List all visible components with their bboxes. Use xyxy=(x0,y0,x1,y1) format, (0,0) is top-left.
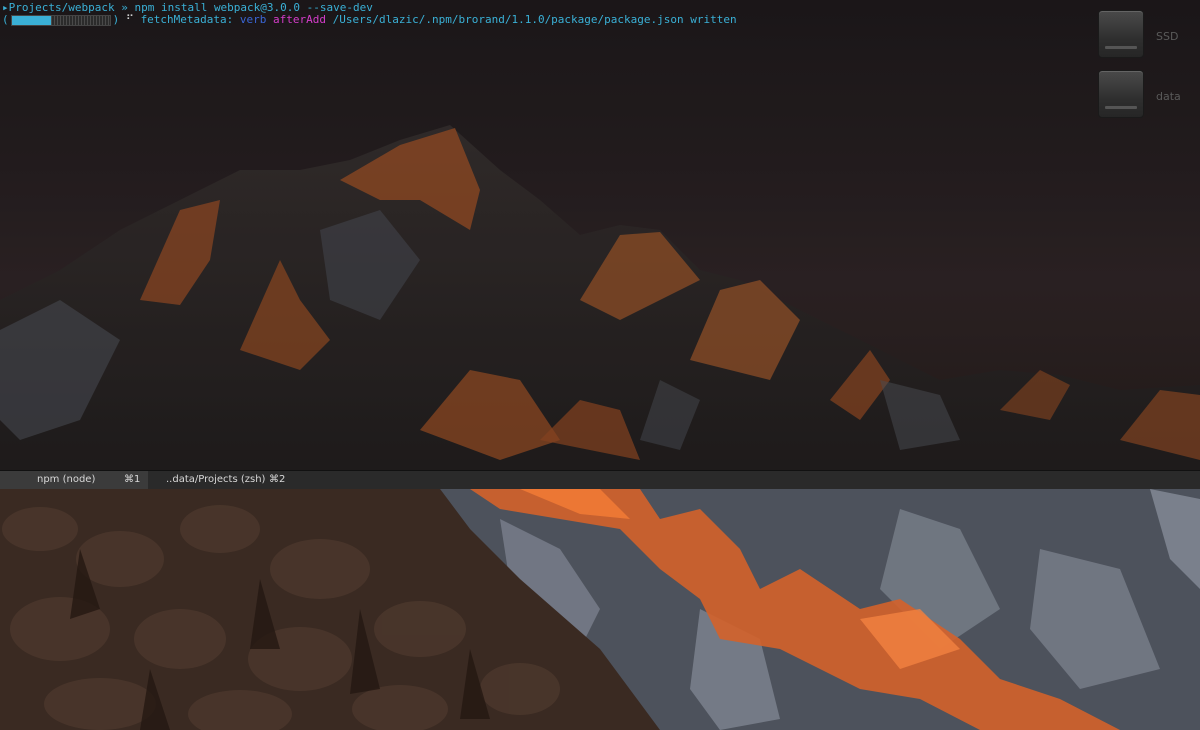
progress-bar-fill xyxy=(11,15,51,25)
desktop-icon-label: SSD xyxy=(1156,30,1179,43)
progress-bar-remaining xyxy=(50,15,110,25)
desktop-icon-ssd[interactable]: SSD xyxy=(1098,10,1178,60)
terminal-tab-bar: npm (node) ⌘1 ..data/Projects (zsh) ⌘2 xyxy=(0,470,1200,490)
log-level: verb xyxy=(239,13,267,26)
progress-task: fetchMetadata: xyxy=(140,13,234,26)
spinner-icon: ⠋ xyxy=(125,13,134,26)
hard-drive-icon xyxy=(1098,70,1144,118)
progress-bar xyxy=(10,14,111,26)
progress-close: ) xyxy=(112,13,120,26)
tab-projects-zsh[interactable]: ..data/Projects (zsh) ⌘2 xyxy=(148,471,296,489)
hard-drive-icon xyxy=(1098,10,1144,58)
desktop-wallpaper-top xyxy=(0,0,1200,470)
mountain-closeup-image xyxy=(0,489,1200,730)
progress-line: () ⠋ fetchMetadata: verb afterAdd /Users… xyxy=(2,13,737,26)
tab-title: npm (node) xyxy=(37,474,96,485)
terminal-transparency-overlay xyxy=(0,0,1200,470)
tab-shortcut: ⌘2 xyxy=(269,474,286,485)
tab-npm-node[interactable]: npm (node) ⌘1 xyxy=(0,471,148,489)
log-event: afterAdd xyxy=(273,13,327,26)
desktop-wallpaper-bottom xyxy=(0,489,1200,730)
tab-shortcut: ⌘1 xyxy=(124,474,141,485)
desktop-icon-label: data xyxy=(1156,90,1181,103)
progress-open: ( xyxy=(2,13,9,26)
tab-title: ..data/Projects (zsh) xyxy=(166,474,266,485)
desktop-icon-data[interactable]: data xyxy=(1098,70,1181,120)
log-message: /Users/dlazic/.npm/brorand/1.1.0/package… xyxy=(332,13,737,26)
